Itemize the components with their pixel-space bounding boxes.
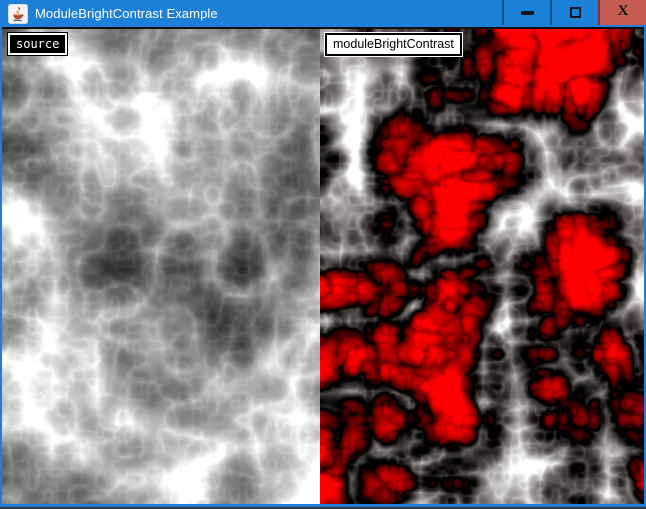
image-content-area: source moduleBrightContrast [2,27,644,504]
modulebrightcontrast-panel: moduleBrightContrast [320,29,644,504]
source-image [2,29,320,504]
minimize-button[interactable] [502,0,550,25]
java-app-icon[interactable] [8,4,28,24]
window-titlebar[interactable]: ModuleBrightContrast Example X [0,0,646,27]
window-title: ModuleBrightContrast Example [35,0,218,27]
java-coffee-cup-icon [10,6,26,22]
minimize-icon [521,11,534,15]
modulebrightcontrast-label: moduleBrightContrast [325,33,462,56]
maximize-button[interactable] [550,0,598,25]
source-panel: source [2,29,320,504]
modulebrightcontrast-image [320,29,644,504]
close-icon: X [618,4,629,19]
app-window: ModuleBrightContrast Example X source mo… [0,0,646,507]
maximize-icon [570,7,581,18]
source-label: source [8,33,67,55]
caption-buttons: X [502,0,646,25]
close-button[interactable]: X [598,0,646,25]
